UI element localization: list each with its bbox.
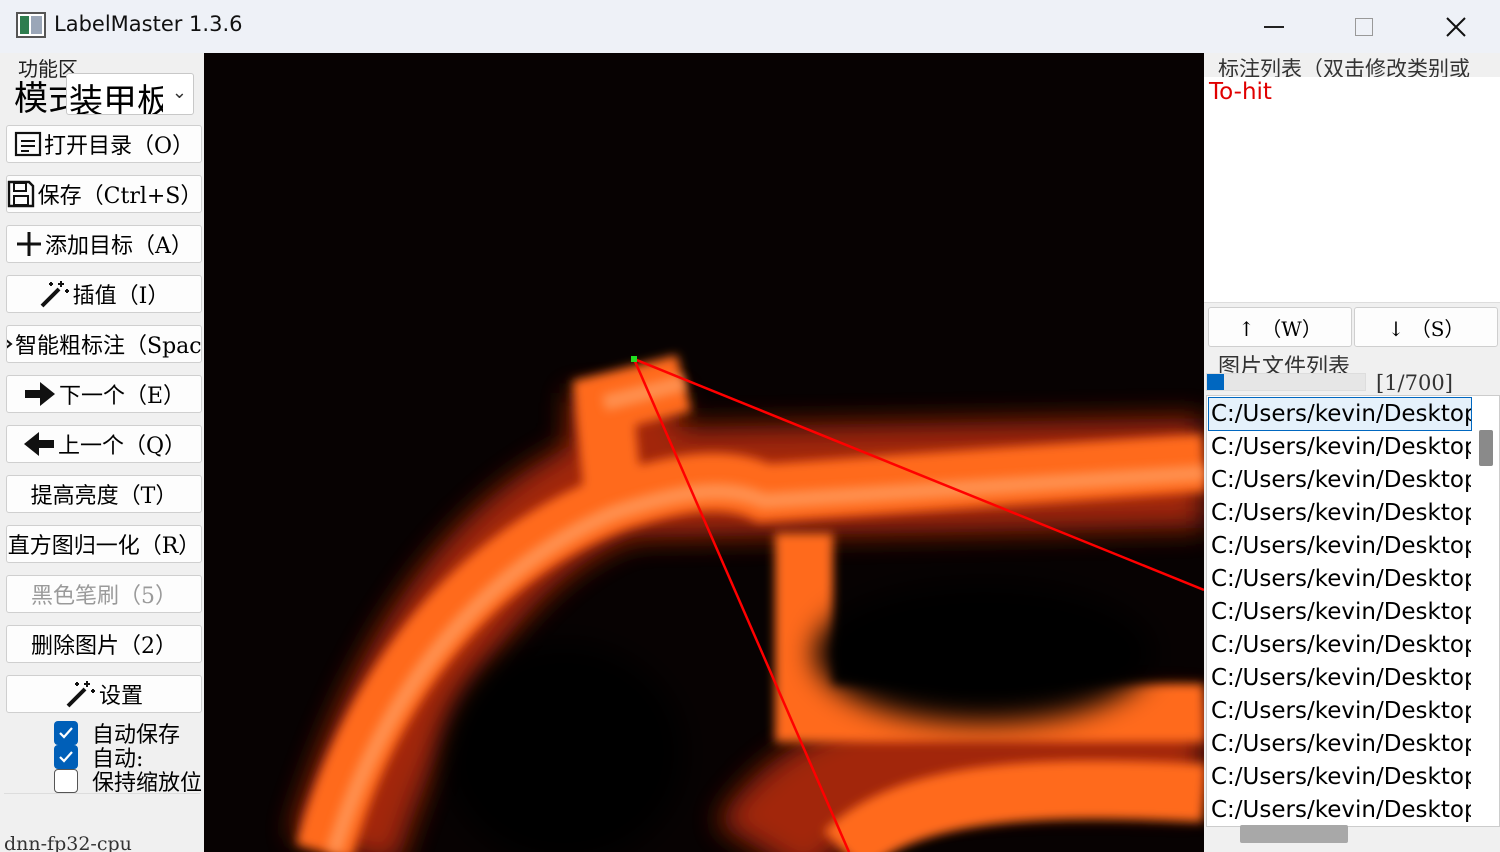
maximize-button[interactable] (1318, 0, 1410, 53)
add-target-button[interactable]: 添加目标（A） (6, 225, 202, 263)
maximize-icon (1355, 17, 1373, 36)
sparkle-icon (7, 332, 13, 356)
file-item[interactable]: C:/Users/kevin/Desktop (1209, 497, 1471, 529)
arrow-right-icon (23, 379, 57, 409)
move-down-button[interactable]: ↓ （S） (1354, 307, 1498, 347)
close-button[interactable] (1410, 0, 1500, 53)
file-item[interactable]: C:/Users/kevin/Desktop (1208, 397, 1472, 431)
file-item[interactable]: C:/Users/kevin/Desktop (1209, 629, 1471, 661)
file-item[interactable]: C:/Users/kevin/Desktop (1209, 728, 1471, 760)
chevron-down-icon: ⌄ (171, 82, 187, 103)
file-count: [1/700] (1376, 371, 1453, 395)
file-item[interactable]: C:/Users/kevin/Desktop (1209, 761, 1471, 793)
black-brush-label: 黑色笔刷（5） (31, 584, 177, 609)
window-title: LabelMaster 1.3.6 (54, 12, 243, 36)
histogram-normalize-button[interactable]: 直方图归一化（R） (6, 525, 202, 563)
magic-wand-icon (65, 679, 97, 709)
smart-annotate-label: 智能粗标注（Space） (15, 334, 202, 359)
previous-button[interactable]: 上一个（Q） (6, 425, 202, 463)
annotation-list[interactable]: To-hit (1204, 77, 1500, 303)
previous-label: 上一个（Q） (57, 434, 187, 459)
status-text: dnn-fp32-cpu (4, 833, 132, 852)
save-button[interactable]: 保存（Ctrl+S） (6, 175, 202, 213)
magic-wand-icon (39, 279, 71, 309)
function-panel: 功能区 模式 装甲板 ⌄ 打开目录（O） 保存（Ctrl+S） 添加目标（A） (0, 53, 204, 852)
open-directory-button[interactable]: 打开目录（O） (6, 125, 202, 163)
black-brush-button: 黑色笔刷（5） (6, 575, 202, 613)
checkbox-unchecked-icon (54, 769, 78, 793)
smart-annotate-button[interactable]: 智能粗标注（Space） (6, 325, 202, 363)
vertical-scrollbar[interactable] (1479, 430, 1493, 466)
mode-label: 模式 (14, 79, 70, 119)
save-label: 保存（Ctrl+S） (37, 184, 202, 209)
file-list[interactable]: C:/Users/kevin/Desktop C:/Users/kevin/De… (1206, 395, 1500, 827)
divider (4, 793, 200, 794)
close-icon (1446, 16, 1466, 37)
mode-select[interactable]: 装甲板 ⌄ (66, 73, 194, 115)
settings-label: 设置 (98, 684, 143, 709)
minimize-icon (1264, 25, 1284, 28)
file-item[interactable]: C:/Users/kevin/Desktop (1209, 530, 1471, 562)
file-item[interactable]: C:/Users/kevin/Desktop (1209, 563, 1471, 595)
document-icon (14, 131, 42, 157)
file-item[interactable]: C:/Users/kevin/Desktop (1209, 695, 1471, 727)
plus-icon (15, 230, 43, 258)
arrow-left-icon (22, 429, 56, 459)
annotation-item[interactable]: To-hit (1209, 79, 1272, 105)
delete-image-button[interactable]: 删除图片（2） (6, 625, 202, 663)
floppy-icon (7, 179, 36, 209)
next-label: 下一个（E） (58, 384, 186, 409)
file-progress-bar (1206, 373, 1366, 391)
file-item[interactable]: C:/Users/kevin/Desktop (1209, 464, 1471, 496)
armor-image (204, 53, 1204, 852)
right-panel: 标注列表（双击修改类别或 To-hit ↑ （W） ↓ （S） 图片文件列表 [… (1204, 53, 1500, 852)
image-canvas[interactable] (204, 53, 1204, 852)
open-directory-label: 打开目录（O） (43, 134, 195, 159)
increase-brightness-label: 提高亮度（T） (30, 484, 178, 509)
add-target-label: 添加目标（A） (45, 234, 193, 259)
file-item[interactable]: C:/Users/kevin/Desktop (1209, 431, 1471, 463)
file-item[interactable]: C:/Users/kevin/Desktop (1209, 794, 1471, 826)
increase-brightness-button[interactable]: 提高亮度（T） (6, 475, 202, 513)
settings-button[interactable]: 设置 (6, 675, 202, 713)
minimize-button[interactable] (1228, 0, 1320, 53)
file-item[interactable]: C:/Users/kevin/Desktop (1209, 662, 1471, 694)
horizontal-scrollbar[interactable] (1240, 825, 1348, 843)
progress-fill (1207, 374, 1225, 390)
mode-select-value: 装甲板 (69, 82, 163, 115)
annotation-vertex (631, 356, 637, 362)
title-bar: LabelMaster 1.3.6 (0, 0, 1500, 53)
next-button[interactable]: 下一个（E） (6, 375, 202, 413)
interpolate-button[interactable]: 插值（I） (6, 275, 202, 313)
interpolate-label: 插值（I） (72, 284, 170, 309)
file-item[interactable]: C:/Users/kevin/Desktop (1209, 596, 1471, 628)
app-icon (16, 12, 46, 38)
move-up-button[interactable]: ↑ （W） (1208, 307, 1352, 347)
histogram-normalize-label: 直方图归一化（R） (7, 534, 201, 559)
delete-image-label: 删除图片（2） (31, 634, 177, 659)
